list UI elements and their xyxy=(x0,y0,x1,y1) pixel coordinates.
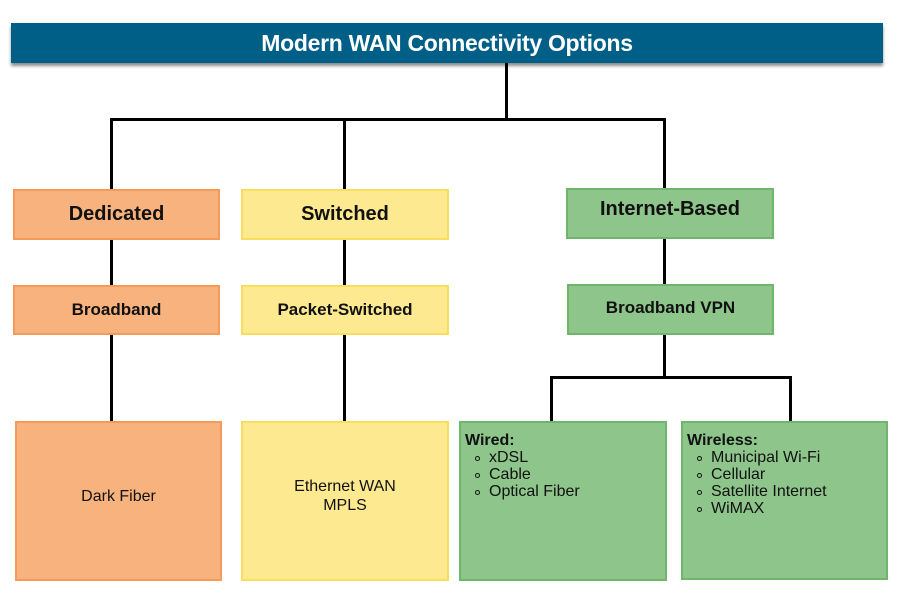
bullet-icon xyxy=(475,456,480,461)
list-item-label: WiMAX xyxy=(711,500,765,517)
group-list: Municipal Wi-Fi Cellular Satellite Inter… xyxy=(687,449,827,517)
list-item-label: Cellular xyxy=(711,466,766,483)
bullet-icon xyxy=(697,473,702,478)
connector xyxy=(663,238,666,285)
connector xyxy=(663,334,666,379)
leaf-switched: Ethernet WAN MPLS xyxy=(241,421,449,581)
group-wired: Wired: xDSL Cable Optical Fiber xyxy=(459,421,667,581)
list-item: Optical Fiber xyxy=(475,483,580,500)
subcategory-broadband-vpn: Broadband VPN xyxy=(567,284,774,335)
bullet-icon xyxy=(697,456,702,461)
group-wireless: Wireless: Municipal Wi-Fi Cellular Satel… xyxy=(681,421,888,580)
list-item-label: Cable xyxy=(489,466,531,483)
list-item-label: xDSL xyxy=(489,449,529,466)
list-item: xDSL xyxy=(475,449,580,466)
connector xyxy=(550,376,792,379)
list-item: Municipal Wi-Fi xyxy=(697,449,827,466)
category-switched: Switched xyxy=(241,189,449,240)
bullet-icon xyxy=(475,490,480,495)
list-item: Satellite Internet xyxy=(697,483,827,500)
connector xyxy=(789,376,792,422)
connector xyxy=(343,334,346,422)
leaf-dedicated: Dark Fiber xyxy=(15,421,222,581)
subcategory-packet-switched: Packet-Switched xyxy=(241,285,449,335)
connector xyxy=(663,118,666,189)
group-title: Wired: xyxy=(465,432,515,449)
connector xyxy=(110,334,113,422)
list-item: Cellular xyxy=(697,466,827,483)
subcategory-broadband: Broadband xyxy=(13,285,220,335)
leaf-item: Dark Fiber xyxy=(81,487,156,505)
connector xyxy=(505,63,508,120)
leaf-item: Ethernet WAN xyxy=(294,478,396,495)
connector xyxy=(110,118,666,121)
group-title: Wireless: xyxy=(687,432,758,449)
group-list: xDSL Cable Optical Fiber xyxy=(465,449,580,500)
bullet-icon xyxy=(475,473,480,478)
connector xyxy=(343,118,346,189)
list-item-label: Optical Fiber xyxy=(489,483,580,500)
bullet-icon xyxy=(697,507,702,512)
connector xyxy=(550,376,553,422)
connector xyxy=(343,239,346,285)
category-internet-based: Internet-Based xyxy=(566,188,774,239)
list-item-label: Municipal Wi-Fi xyxy=(711,449,821,466)
connector xyxy=(110,239,113,285)
diagram-title: Modern WAN Connectivity Options xyxy=(11,23,883,63)
bullet-icon xyxy=(697,490,702,495)
list-item: WiMAX xyxy=(697,500,827,517)
list-item-label: Satellite Internet xyxy=(711,483,827,500)
connector xyxy=(110,118,113,189)
category-dedicated: Dedicated xyxy=(13,189,220,240)
list-item: Cable xyxy=(475,466,580,483)
leaf-item: MPLS xyxy=(323,497,367,514)
